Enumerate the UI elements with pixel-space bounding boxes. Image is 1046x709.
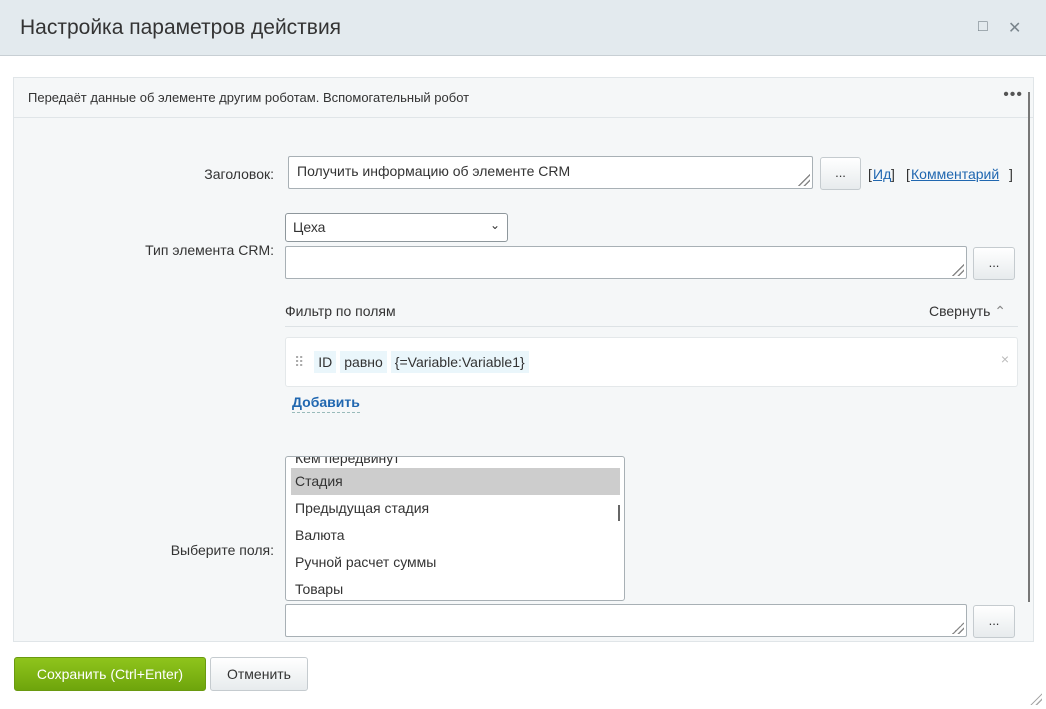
dialog-header: Настройка параметров действия □ ✕: [0, 0, 1046, 56]
list-item[interactable]: Ручной расчет суммы: [291, 549, 620, 576]
type-value: Цеха: [293, 219, 326, 235]
close-icon[interactable]: ✕: [1008, 18, 1021, 38]
fields-label: Выберите поля:: [170, 542, 274, 558]
collapse-label: Свернуть: [929, 303, 991, 319]
divider: [285, 326, 1018, 327]
save-button[interactable]: Сохранить (Ctrl+Enter): [14, 657, 206, 691]
resize-handle[interactable]: [1030, 693, 1042, 705]
robot-description: Передаёт данные об элементе другим робот…: [14, 78, 1033, 118]
condition-operator[interactable]: равно: [340, 351, 387, 373]
list-item[interactable]: Товары: [291, 576, 620, 600]
title-value: Получить информацию об элементе CRM: [297, 163, 571, 179]
cancel-button[interactable]: Отменить: [210, 657, 308, 691]
title-input[interactable]: Получить информацию об элементе CRM: [288, 156, 813, 189]
type-dots-button[interactable]: ...: [973, 247, 1015, 280]
chevron-down-icon: ⌄: [489, 218, 500, 232]
comment-link[interactable]: Комментарий: [911, 166, 999, 182]
scrollbar[interactable]: [1028, 92, 1030, 602]
dialog-title: Настройка параметров действия: [20, 16, 342, 39]
condition-value[interactable]: {=Variable:Variable1}: [390, 351, 529, 373]
drag-handle-icon[interactable]: ⠿: [294, 354, 304, 370]
type-label: Тип элемента CRM:: [145, 242, 274, 258]
maximize-icon[interactable]: □: [978, 18, 988, 36]
fields-dots-button[interactable]: ...: [973, 605, 1015, 638]
remove-condition-icon[interactable]: ×: [1001, 351, 1009, 367]
type-input[interactable]: [285, 246, 967, 279]
filter-title: Фильтр по полям: [285, 303, 396, 319]
list-item[interactable]: Предыдущая стадия: [291, 495, 620, 522]
fields-listbox[interactable]: Кем передвинут Стадия Предыдущая стадия …: [285, 456, 625, 601]
list-item[interactable]: Валюта: [291, 522, 620, 549]
add-condition-link[interactable]: Добавить: [292, 394, 360, 413]
description-text: Передаёт данные об элементе другим робот…: [28, 90, 470, 105]
chevron-up-icon: ⌃: [994, 303, 1007, 319]
condition-field[interactable]: ID: [314, 351, 337, 373]
title-label: Заголовок:: [204, 166, 274, 182]
list-scrollbar[interactable]: [618, 505, 620, 521]
more-icon[interactable]: •••: [1003, 86, 1023, 104]
fields-input[interactable]: [285, 604, 967, 637]
list-item-selected[interactable]: Стадия: [291, 468, 620, 495]
id-link[interactable]: Ид: [873, 166, 891, 182]
filter-condition: ⠿ ID равно {=Variable:Variable1} ×: [285, 337, 1018, 387]
type-select[interactable]: Цеха ⌄: [285, 213, 508, 242]
collapse-button[interactable]: Свернуть ⌃: [929, 303, 1006, 320]
title-dots-button[interactable]: ...: [820, 157, 861, 190]
